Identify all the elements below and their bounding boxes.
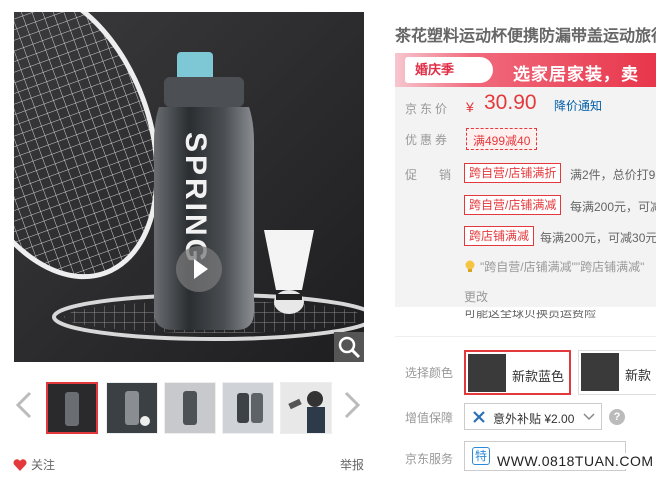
play-video-button[interactable] — [176, 246, 222, 292]
product-photo: SPRING — [14, 12, 364, 362]
warranty-select[interactable]: 意外补贴 ¥2.00 — [464, 403, 602, 430]
price-currency: ¥ — [466, 99, 474, 115]
color-option-new[interactable]: 新款 — [578, 350, 656, 395]
price-value: 30.90 — [484, 91, 537, 114]
color-option-thumbnail — [581, 353, 619, 391]
thumbnail-image — [165, 383, 215, 433]
thumbnail-prev-button[interactable] — [12, 390, 36, 420]
thumbnail-4[interactable] — [222, 382, 274, 434]
promo-tag-1: 跨自营/店铺满折 — [464, 163, 562, 183]
special-service-icon: 特 — [472, 447, 490, 465]
thumbnail-image — [223, 383, 273, 433]
chevron-left-icon — [15, 391, 32, 419]
price-notify-link[interactable]: 降价通知 — [554, 97, 602, 114]
thumbnail-1[interactable] — [46, 382, 98, 434]
product-title: 茶花塑料运动杯便携防漏带盖运动旅行 — [395, 28, 656, 45]
thumbnail-image — [107, 383, 157, 433]
promotion-hint: "跨自营/店铺满减""跨店铺满减" — [464, 258, 644, 275]
promo-tag-3: 跨店铺满减 — [464, 226, 535, 246]
thumbnail-2[interactable] — [106, 382, 158, 434]
promo-banner[interactable]: 婚庆季 选家居家装，卖 — [395, 53, 656, 87]
promotion-hint-text: "跨自营/店铺满减""跨店铺满减" — [480, 260, 645, 274]
color-option-thumbnail — [468, 354, 506, 392]
warranty-option-label: 意外补贴 ¥2.00 — [493, 412, 575, 426]
banner-slogan: 选家居家装，卖 — [513, 65, 639, 84]
thumbnail-5[interactable] — [280, 382, 332, 434]
promo-tag-2: 跨自营/店铺满减 — [464, 195, 562, 215]
price-label: 京东价 — [405, 102, 451, 116]
follow-button[interactable]: 关注 — [13, 456, 55, 473]
chevron-right-icon — [344, 391, 361, 419]
promo-text-3: 每满200元，可减30元 — [540, 231, 656, 245]
coupon-label: 优惠券 — [405, 133, 451, 147]
promotion-change-link[interactable]: 更改 — [464, 288, 488, 305]
heart-icon — [13, 458, 27, 471]
lightbulb-icon — [465, 260, 475, 272]
magnifier-icon — [338, 336, 361, 359]
thumbnail-3[interactable] — [164, 382, 216, 434]
follow-label: 关注 — [31, 458, 56, 472]
partially-hidden-text: 可能这全球贝换员运费险 — [464, 310, 597, 320]
thumbnail-next-button[interactable] — [340, 390, 364, 420]
section-divider — [395, 336, 656, 337]
chevron-down-icon — [583, 413, 595, 421]
thumbnail-image — [48, 384, 96, 432]
bottle-brand-text: SPRING — [179, 132, 212, 265]
main-product-image[interactable]: SPRING — [14, 12, 364, 362]
coupon-tag[interactable]: 满499减40 — [466, 128, 538, 150]
tools-icon — [473, 411, 485, 423]
service-label: 京东服务 — [405, 452, 454, 466]
color-label: 选择颜色 — [405, 366, 454, 380]
color-option-label: 新款 — [625, 368, 652, 383]
promo-text-2: 每满200元，可减 — [570, 200, 656, 214]
watermark: WWW.0818TUAN.COM — [495, 453, 656, 469]
promo-text-1: 满2件，总价打9 — [570, 168, 656, 182]
color-option-label: 新款蓝色 — [512, 369, 565, 384]
promotion-label: 促销 — [405, 168, 474, 182]
zoom-button[interactable] — [334, 332, 364, 362]
report-link[interactable]: 举报 — [340, 456, 364, 473]
color-option-new-blue[interactable]: 新款蓝色 — [464, 350, 571, 395]
warranty-label: 增值保障 — [405, 411, 454, 425]
question-icon[interactable]: ? — [609, 409, 625, 425]
thumbnail-image — [281, 383, 331, 433]
banner-badge-text: 婚庆季 — [415, 62, 455, 77]
